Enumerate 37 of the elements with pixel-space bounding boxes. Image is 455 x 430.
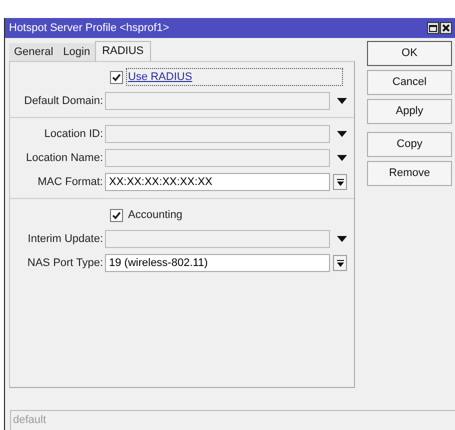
field-label: Location ID: [43, 126, 104, 142]
dropdown-arrow-icon[interactable] [337, 236, 347, 242]
window-title: Hotspot Server Profile <hsprof1> [9, 20, 170, 36]
input-field[interactable] [105, 149, 330, 167]
dialog-button[interactable]: OK [367, 41, 452, 66]
input-field[interactable] [105, 125, 330, 143]
tab[interactable]: General [9, 43, 58, 61]
dropdown-button[interactable] [333, 174, 347, 190]
dialog-button[interactable]: Remove [367, 161, 452, 186]
dropdown-arrow-icon [336, 260, 344, 266]
field-label: MAC Format: [36, 174, 104, 190]
field-label: Default Domain: [23, 94, 104, 109]
input-field[interactable] [105, 92, 330, 110]
close-icon [442, 24, 450, 32]
tab[interactable]: Login [58, 43, 96, 61]
maximize-button[interactable] [427, 22, 439, 34]
checkbox-label: Use RADIUS [127, 68, 342, 86]
input-field[interactable] [105, 230, 330, 248]
dropdown-button[interactable] [333, 255, 347, 271]
checkbox-label: Accounting [127, 208, 184, 223]
dropdown-arrow-icon[interactable] [337, 131, 347, 137]
field-label: Location Name: [24, 150, 104, 166]
field-label: Interim Update: [26, 232, 104, 247]
checkbox[interactable] [110, 70, 123, 84]
dropdown-arrow-icon[interactable] [337, 155, 347, 161]
dialog-button[interactable]: Apply [367, 99, 452, 124]
close-button[interactable] [440, 22, 452, 34]
input-field[interactable]: XX:XX:XX:XX:XX:XX [105, 173, 330, 191]
field-label: NAS Port Type: [26, 256, 104, 271]
checkbox[interactable] [110, 208, 123, 222]
tab[interactable]: RADIUS [95, 41, 151, 61]
status-bar: default [10, 410, 455, 430]
dialog-button[interactable]: Copy [367, 132, 452, 157]
input-field[interactable]: 19 (wireless-802.11) [105, 254, 330, 272]
dropdown-arrow-icon [336, 178, 344, 186]
dropdown-arrow-icon[interactable] [337, 98, 347, 104]
dialog-button[interactable]: Cancel [367, 70, 452, 95]
